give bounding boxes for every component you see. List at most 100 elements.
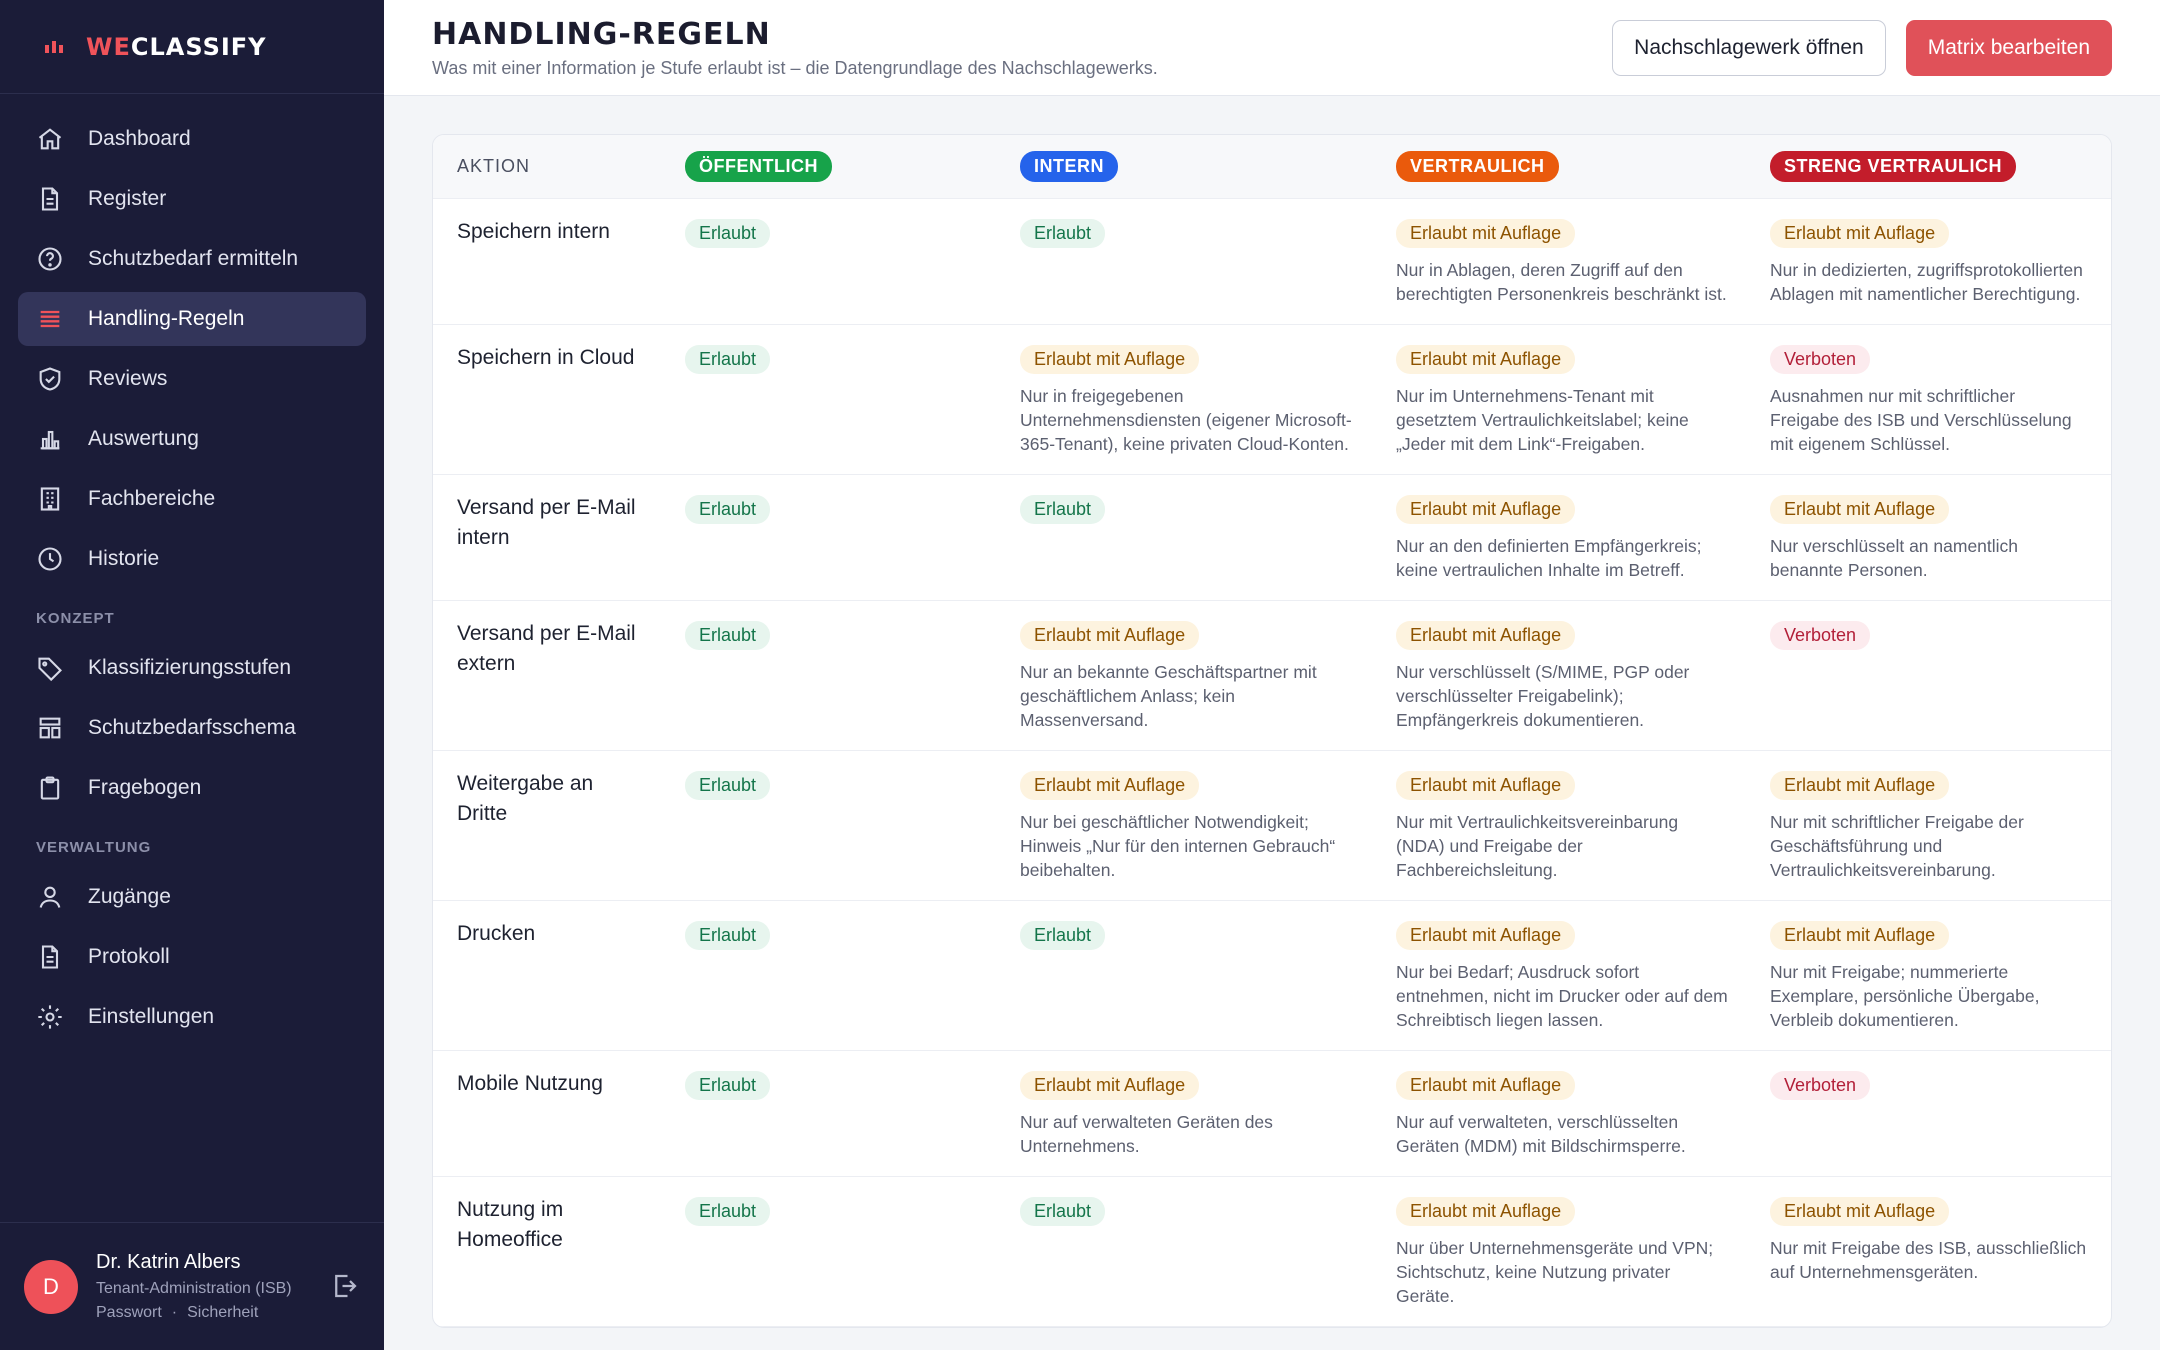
status-badge: Erlaubt mit Auflage: [1396, 495, 1576, 524]
status-badge: Erlaubt: [1020, 219, 1106, 248]
brand[interactable]: WECLASSIFY: [0, 0, 384, 94]
rule-cell: Erlaubt: [661, 475, 1002, 600]
status-badge: Verboten: [1770, 621, 1871, 650]
shield-check-icon: [39, 367, 61, 391]
status-badge: Erlaubt mit Auflage: [1020, 771, 1200, 800]
table-row: Weitergabe an Dritte Erlaubt Erlaubt mit A…: [433, 751, 2111, 901]
rule-cell: Erlaubt mit Auflage Nur mit schriftlicher…: [1752, 751, 2111, 900]
status-badge: Erlaubt mit Auflage: [1770, 921, 1950, 950]
rule-cell: Erlaubt: [661, 325, 1002, 474]
gear-icon: [38, 1005, 62, 1029]
logout-icon[interactable]: [330, 1271, 360, 1301]
sidebar-item-dashboard[interactable]: Dashboard: [18, 112, 366, 166]
title-block: HANDLING-REGELN Was mit einer Informatio…: [432, 17, 1158, 79]
sidebar-item-klassifizierungsstufen[interactable]: Klassifizierungsstufen: [18, 641, 366, 695]
sidebar-item-label: Dashboard: [88, 127, 191, 150]
status-badge: Erlaubt: [685, 921, 771, 950]
rule-cell: Erlaubt mit Auflage Nur an bekannte Gesch…: [1002, 601, 1378, 750]
rule-cell: Erlaubt mit Auflage Nur verschlüsselt (S/…: [1378, 601, 1752, 750]
sidebar-item-schutzbedarfsschema[interactable]: Schutzbedarfsschema: [18, 701, 366, 755]
sidebar-item-protokoll[interactable]: Protokoll: [18, 930, 366, 984]
user-name: Dr. Katrin Albers: [96, 1251, 241, 1273]
status-badge: Erlaubt mit Auflage: [1396, 771, 1576, 800]
sidebar-item-fachbereiche[interactable]: Fachbereiche: [18, 472, 366, 526]
sidebar-item-fragebogen[interactable]: Fragebogen: [18, 761, 366, 815]
sidebar-item-label: Historie: [88, 547, 160, 570]
status-badge: Erlaubt mit Auflage: [1770, 1197, 1950, 1226]
table-row: Mobile Nutzung Erlaubt Erlaubt mit Auflage…: [433, 1051, 2111, 1177]
rule-cell: Verboten Ausnahmen nur mit schriftlicher …: [1752, 325, 2111, 474]
status-badge: Erlaubt: [685, 495, 771, 524]
document-icon: [41, 945, 59, 969]
home-icon: [38, 128, 62, 150]
table-header-row: AKTION ÖFFENTLICH INTERN VERTRAULICH STR…: [433, 135, 2111, 199]
edit-matrix-button[interactable]: Matrix bearbeiten: [1905, 19, 2112, 76]
clipboard-icon: [40, 776, 60, 800]
user-icon: [39, 886, 61, 908]
avatar[interactable]: D: [24, 1259, 78, 1314]
status-badge: Erlaubt mit Auflage: [1396, 1071, 1576, 1100]
level-badge-internal: INTERN: [1020, 151, 1118, 182]
rule-note: Nur verschlüsselt (S/MIME, PGP oder vers…: [1396, 662, 1690, 730]
rule-cell: Erlaubt mit Auflage Nur bei geschäftliche…: [1002, 751, 1378, 900]
app-root: WECLASSIFY Dashboard Register Schutzbeda…: [0, 0, 2160, 1350]
table-row: Speichern intern Erlaubt Erlaubt Erlaubt mi…: [433, 199, 2111, 325]
table-row: Versand per E-Mail extern Erlaubt Erlaubt …: [433, 601, 2111, 751]
sidebar: WECLASSIFY Dashboard Register Schutzbeda…: [0, 0, 384, 1350]
sidebar-item-reviews[interactable]: Reviews: [18, 352, 366, 406]
table-row: Drucken Erlaubt Erlaubt Erlaubt mit Auflage…: [433, 901, 2111, 1051]
rule-note: Nur in dedizierten, zugriffsprotokollier…: [1770, 260, 2083, 304]
sidebar-item-label: Register: [88, 187, 167, 210]
status-badge: Erlaubt mit Auflage: [1396, 345, 1576, 374]
status-badge: Erlaubt: [685, 1197, 771, 1226]
status-badge: Erlaubt: [1020, 1197, 1106, 1226]
logo-icon: [45, 40, 63, 53]
action-label: Versand per E-Mail extern: [457, 622, 636, 675]
status-badge: Erlaubt mit Auflage: [1396, 621, 1576, 650]
rule-cell: Erlaubt: [1002, 475, 1378, 600]
section-label-verwaltung: VERWALTUNG: [36, 839, 152, 856]
rule-note: Nur mit schriftlicher Freigabe der Gesch…: [1770, 812, 2024, 880]
sidebar-nav: Dashboard Register Schutzbedarf ermittel…: [0, 94, 384, 1222]
rule-cell: Erlaubt: [661, 751, 1002, 900]
sidebar-item-label: Einstellungen: [88, 1005, 215, 1028]
rule-cell: Erlaubt: [1002, 1177, 1378, 1326]
sidebar-item-zugaenge[interactable]: Zugänge: [18, 870, 366, 924]
status-badge: Erlaubt mit Auflage: [1396, 1197, 1576, 1226]
sidebar-item-handling-regeln[interactable]: Handling-Regeln: [18, 292, 366, 346]
sidebar-item-register[interactable]: Register: [18, 172, 366, 226]
user-links: Passwort · Sicherheit: [96, 1304, 292, 1322]
status-badge: Erlaubt: [1020, 921, 1106, 950]
open-reference-button[interactable]: Nachschlagewerk öffnen: [1612, 19, 1886, 76]
status-badge: Erlaubt: [685, 345, 771, 374]
rule-cell: Erlaubt mit Auflage Nur verschlüsselt an …: [1752, 475, 2111, 600]
sidebar-item-einstellungen[interactable]: Einstellungen: [18, 990, 366, 1044]
rule-note: Nur mit Vertraulichkeitsvereinbarung (ND…: [1396, 812, 1679, 880]
action-label: Speichern intern: [457, 220, 610, 243]
rule-note: Nur im Unternehmens-Tenant mit gesetztem…: [1396, 386, 1689, 454]
status-badge: Erlaubt mit Auflage: [1020, 1071, 1200, 1100]
sidebar-item-historie[interactable]: Historie: [18, 532, 366, 586]
action-label: Weitergabe an Dritte: [457, 772, 594, 825]
rule-cell: Erlaubt: [661, 1051, 1002, 1176]
tag-icon: [38, 657, 62, 682]
sidebar-item-schutzbedarf[interactable]: Schutzbedarf ermitteln: [18, 232, 366, 286]
sidebar-item-label: Zugänge: [88, 885, 171, 908]
rule-note: Nur auf verwalteten Geräten des Unterneh…: [1020, 1112, 1273, 1156]
rule-cell: Erlaubt: [661, 199, 1002, 324]
action-label: Drucken: [457, 922, 536, 945]
status-badge: Erlaubt mit Auflage: [1770, 219, 1950, 248]
bar-chart-icon: [40, 430, 60, 450]
password-link[interactable]: Passwort: [96, 1304, 162, 1321]
header-actions: Nachschlagewerk öffnen Matrix bearbeiten: [1612, 19, 2112, 76]
sidebar-item-auswertung[interactable]: Auswertung: [18, 412, 366, 466]
level-badge-public: ÖFFENTLICH: [685, 151, 832, 182]
table-body: Speichern intern Erlaubt Erlaubt Erlaubt mi…: [433, 199, 2111, 1327]
rule-note: Nur mit Freigabe des ISB, ausschließlich…: [1770, 1238, 2087, 1282]
sidebar-item-label: Reviews: [88, 367, 168, 390]
rule-cell: Erlaubt mit Auflage Nur mit Freigabe des …: [1752, 1177, 2111, 1326]
clock-icon: [38, 547, 62, 571]
security-link[interactable]: Sicherheit: [187, 1304, 258, 1321]
rule-cell: Erlaubt mit Auflage Nur bei Bedarf; Ausdr…: [1378, 901, 1752, 1050]
rule-cell: Erlaubt mit Auflage Nur auf verwalteten, …: [1378, 1051, 1752, 1176]
